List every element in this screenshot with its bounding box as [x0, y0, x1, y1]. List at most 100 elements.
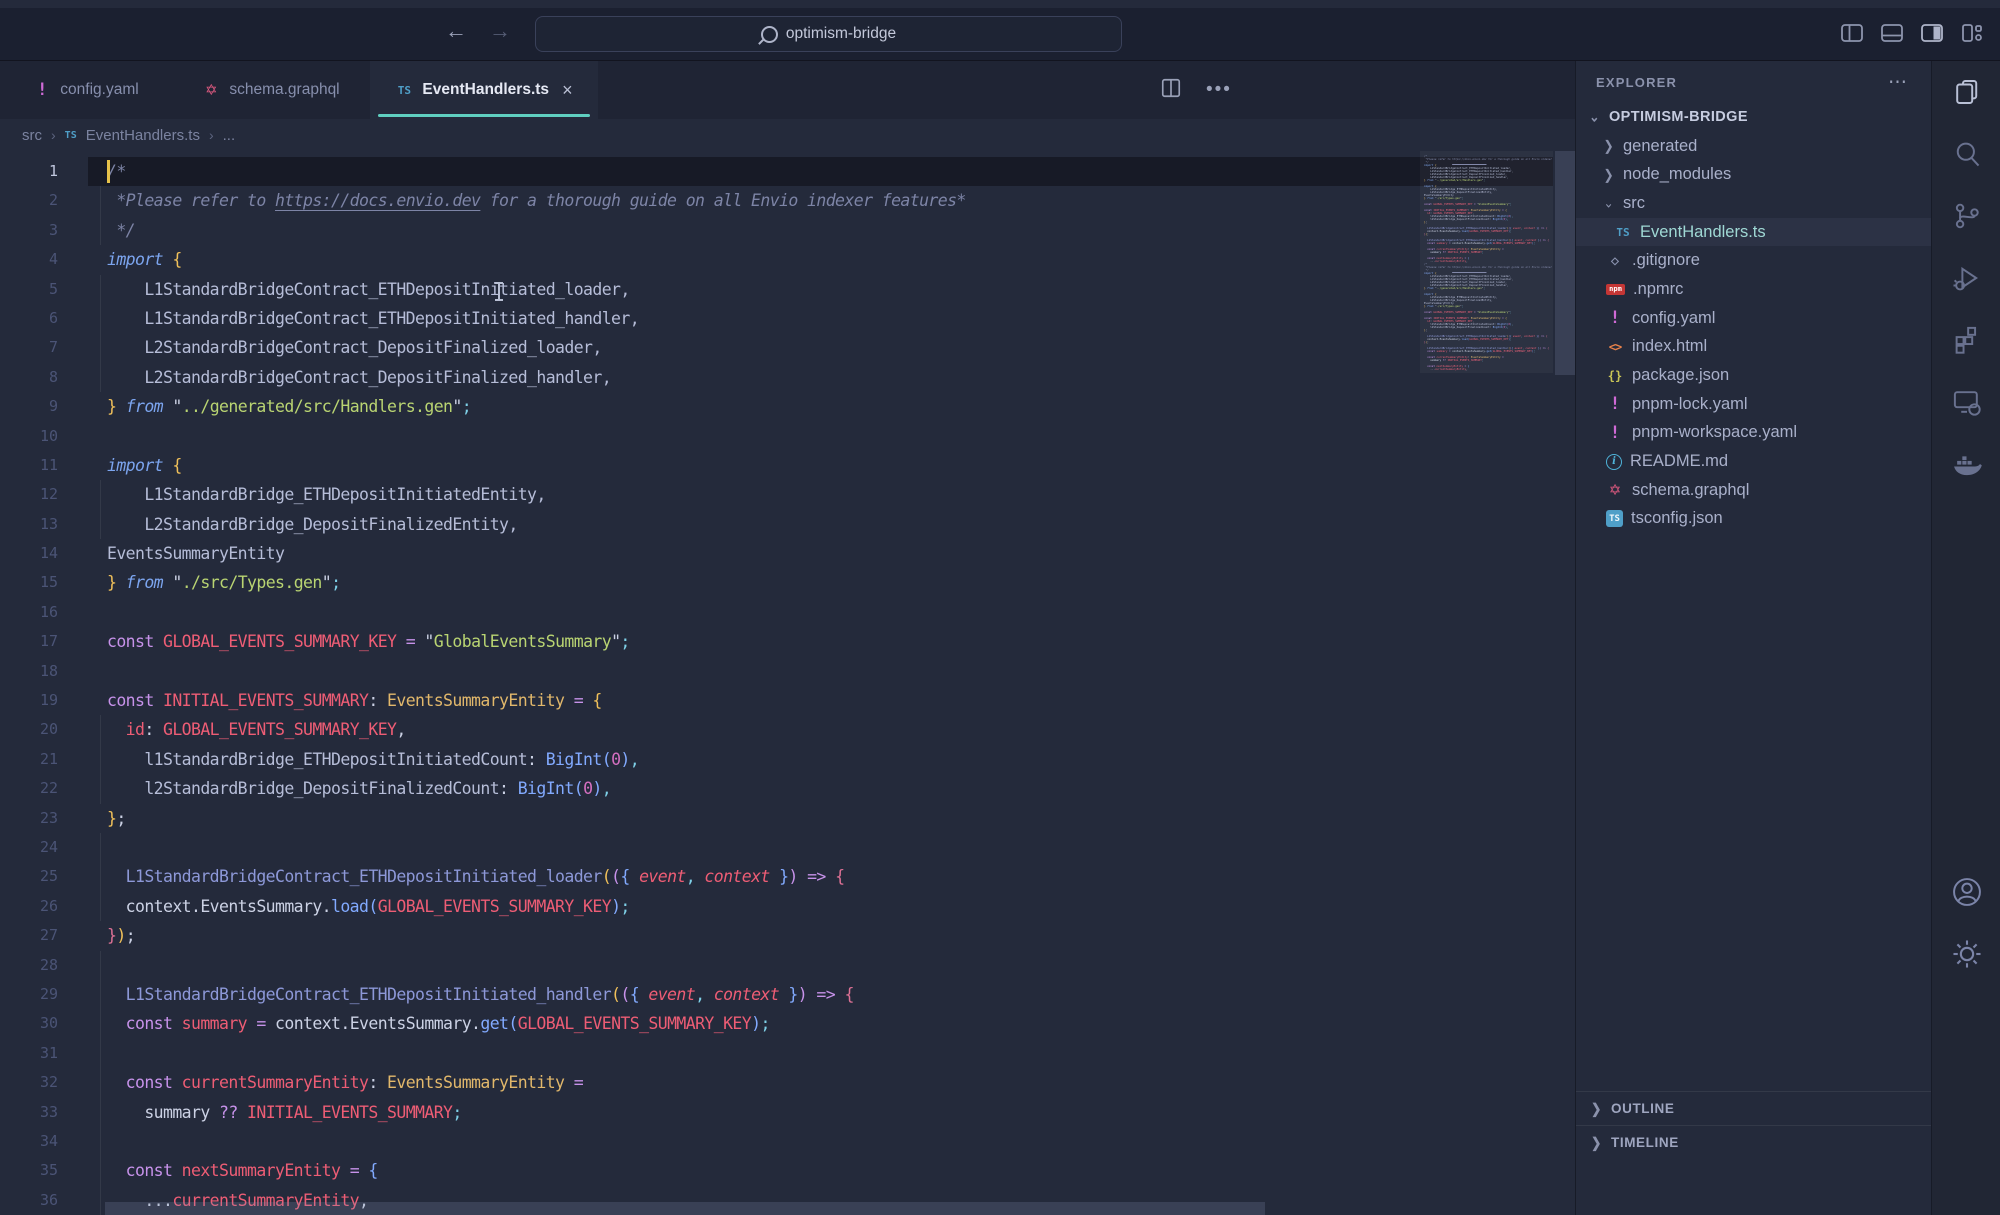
timeline-section[interactable]: ❯ TIMELINE [1576, 1125, 1931, 1159]
toggle-panel-right-icon[interactable] [1920, 21, 1944, 45]
code-line-14[interactable]: EventsSummaryEntity [88, 539, 1553, 568]
tree-item-pnpm-lock.yaml[interactable]: !pnpm-lock.yaml [1576, 390, 1931, 419]
code-line-34[interactable] [88, 1127, 1553, 1156]
breadcrumb-symbol[interactable]: ... [223, 127, 236, 144]
code-line-23[interactable]: }; [88, 804, 1553, 833]
line-number[interactable]: 1 [0, 157, 88, 186]
line-number[interactable]: 29 [0, 980, 88, 1009]
tree-item-generated[interactable]: ❯generated [1576, 132, 1931, 161]
code-line-35[interactable]: const nextSummaryEntity = { [88, 1156, 1553, 1185]
tree-item-.gitignore[interactable]: ◇.gitignore [1576, 246, 1931, 275]
tree-item-node_modules[interactable]: ❯node_modules [1576, 160, 1931, 189]
toggle-panel-left-icon[interactable] [1840, 21, 1864, 45]
source-control-icon[interactable] [1932, 185, 2000, 247]
back-arrow-icon[interactable]: ← [445, 18, 467, 44]
tree-root-optimism-bridge[interactable]: ⌄OPTIMISM-BRIDGE [1576, 103, 1931, 132]
settings-gear-icon[interactable] [1932, 923, 2000, 985]
line-number[interactable]: 25 [0, 862, 88, 891]
outline-section[interactable]: ❯ OUTLINE [1576, 1091, 1931, 1125]
line-number[interactable]: 15 [0, 568, 88, 597]
code-line-17[interactable]: const GLOBAL_EVENTS_SUMMARY_KEY = "Globa… [88, 627, 1553, 656]
breadcrumb-file[interactable]: EventHandlers.ts [86, 127, 200, 144]
code-editor[interactable]: 1234567891011121314151617181920212223242… [0, 151, 1575, 1215]
tree-item-tsconfig.json[interactable]: TStsconfig.json [1576, 505, 1931, 534]
line-number[interactable]: 34 [0, 1127, 88, 1156]
tab-EventHandlers.ts[interactable]: TSEventHandlers.ts× [370, 61, 598, 119]
line-number[interactable]: 19 [0, 686, 88, 715]
line-number[interactable]: 12 [0, 480, 88, 509]
code-lines[interactable]: /* *Please refer to https://docs.envio.d… [88, 157, 1553, 1215]
tab-config.yaml[interactable]: !config.yaml [0, 61, 172, 119]
tree-item-README.md[interactable]: iREADME.md [1576, 447, 1931, 476]
line-number[interactable]: 24 [0, 833, 88, 862]
tree-item-.npmrc[interactable]: npm.npmrc [1576, 275, 1931, 304]
line-number[interactable]: 7 [0, 333, 88, 362]
tree-item-config.yaml[interactable]: !config.yaml [1576, 304, 1931, 333]
remote-explorer-icon[interactable] [1932, 371, 2000, 433]
line-number-gutter[interactable]: 1234567891011121314151617181920212223242… [0, 157, 88, 1215]
breadcrumb-src[interactable]: src [22, 127, 42, 144]
code-line-29[interactable]: L1StandardBridgeContract_ETHDepositIniti… [88, 980, 1553, 1009]
code-line-5[interactable]: L1StandardBridgeContract_ETHDepositIniti… [88, 275, 1553, 304]
toggle-panel-bottom-icon[interactable] [1880, 21, 1904, 45]
code-line-28[interactable] [88, 951, 1553, 980]
code-line-4[interactable]: import { [88, 245, 1553, 274]
code-line-27[interactable]: }); [88, 921, 1553, 950]
code-line-1[interactable]: /* [88, 157, 1553, 186]
run-debug-icon[interactable] [1932, 247, 2000, 309]
code-line-33[interactable]: summary ?? INITIAL_EVENTS_SUMMARY; [88, 1098, 1553, 1127]
code-line-7[interactable]: L2StandardBridgeContract_DepositFinalize… [88, 333, 1553, 362]
line-number[interactable]: 18 [0, 657, 88, 686]
search-view-icon[interactable] [1932, 123, 2000, 185]
line-number[interactable]: 30 [0, 1009, 88, 1038]
minimap-slider[interactable] [1420, 151, 1553, 373]
horizontal-scrollbar[interactable] [105, 1202, 1265, 1215]
code-line-24[interactable] [88, 833, 1553, 862]
line-number[interactable]: 28 [0, 951, 88, 980]
code-line-22[interactable]: l2StandardBridge_DepositFinalizedCount: … [88, 774, 1553, 803]
line-number[interactable]: 36 [0, 1186, 88, 1215]
code-line-9[interactable]: } from "../generated/src/Handlers.gen"; [88, 392, 1553, 421]
line-number[interactable]: 21 [0, 745, 88, 774]
line-number[interactable]: 32 [0, 1068, 88, 1097]
line-number[interactable]: 5 [0, 275, 88, 304]
code-line-30[interactable]: const summary = context.EventsSummary.ge… [88, 1009, 1553, 1038]
line-number[interactable]: 17 [0, 627, 88, 656]
tree-item-pnpm-workspace.yaml[interactable]: !pnpm-workspace.yaml [1576, 419, 1931, 448]
code-line-16[interactable] [88, 598, 1553, 627]
line-number[interactable]: 10 [0, 422, 88, 451]
tree-item-EventHandlers.ts[interactable]: TSEventHandlers.ts [1576, 218, 1931, 247]
account-icon[interactable] [1932, 861, 2000, 923]
line-number[interactable]: 35 [0, 1156, 88, 1185]
line-number[interactable]: 8 [0, 363, 88, 392]
code-line-32[interactable]: const currentSummaryEntity: EventsSummar… [88, 1068, 1553, 1097]
close-tab-icon[interactable]: × [562, 80, 573, 101]
line-number[interactable]: 26 [0, 892, 88, 921]
docker-icon[interactable] [1932, 433, 2000, 495]
line-number[interactable]: 22 [0, 774, 88, 803]
code-line-13[interactable]: L2StandardBridge_DepositFinalizedEntity, [88, 510, 1553, 539]
code-line-31[interactable] [88, 1039, 1553, 1068]
line-number[interactable]: 13 [0, 510, 88, 539]
explorer-view-icon[interactable] [1932, 61, 2000, 123]
tab-schema.graphql[interactable]: ✡schema.graphql [172, 61, 370, 119]
line-number[interactable]: 6 [0, 304, 88, 333]
vertical-scrollbar[interactable] [1555, 151, 1575, 375]
code-line-6[interactable]: L1StandardBridgeContract_ETHDepositIniti… [88, 304, 1553, 333]
line-number[interactable]: 3 [0, 216, 88, 245]
code-line-25[interactable]: L1StandardBridgeContract_ETHDepositIniti… [88, 862, 1553, 891]
line-number[interactable]: 14 [0, 539, 88, 568]
line-number[interactable]: 20 [0, 715, 88, 744]
explorer-more-icon[interactable]: ⋯ [1888, 71, 1909, 94]
customize-layout-icon[interactable] [1960, 21, 1984, 45]
line-number[interactable]: 27 [0, 921, 88, 950]
tree-item-schema.graphql[interactable]: ✡schema.graphql [1576, 476, 1931, 505]
code-line-3[interactable]: */ [88, 216, 1553, 245]
forward-arrow-icon[interactable]: → [489, 18, 511, 44]
code-line-19[interactable]: const INITIAL_EVENTS_SUMMARY: EventsSumm… [88, 686, 1553, 715]
more-actions-icon[interactable]: ••• [1206, 79, 1232, 101]
extensions-icon[interactable] [1932, 309, 2000, 371]
line-number[interactable]: 16 [0, 598, 88, 627]
code-line-8[interactable]: L2StandardBridgeContract_DepositFinalize… [88, 363, 1553, 392]
code-line-2[interactable]: *Please refer to https://docs.envio.dev … [88, 186, 1553, 215]
